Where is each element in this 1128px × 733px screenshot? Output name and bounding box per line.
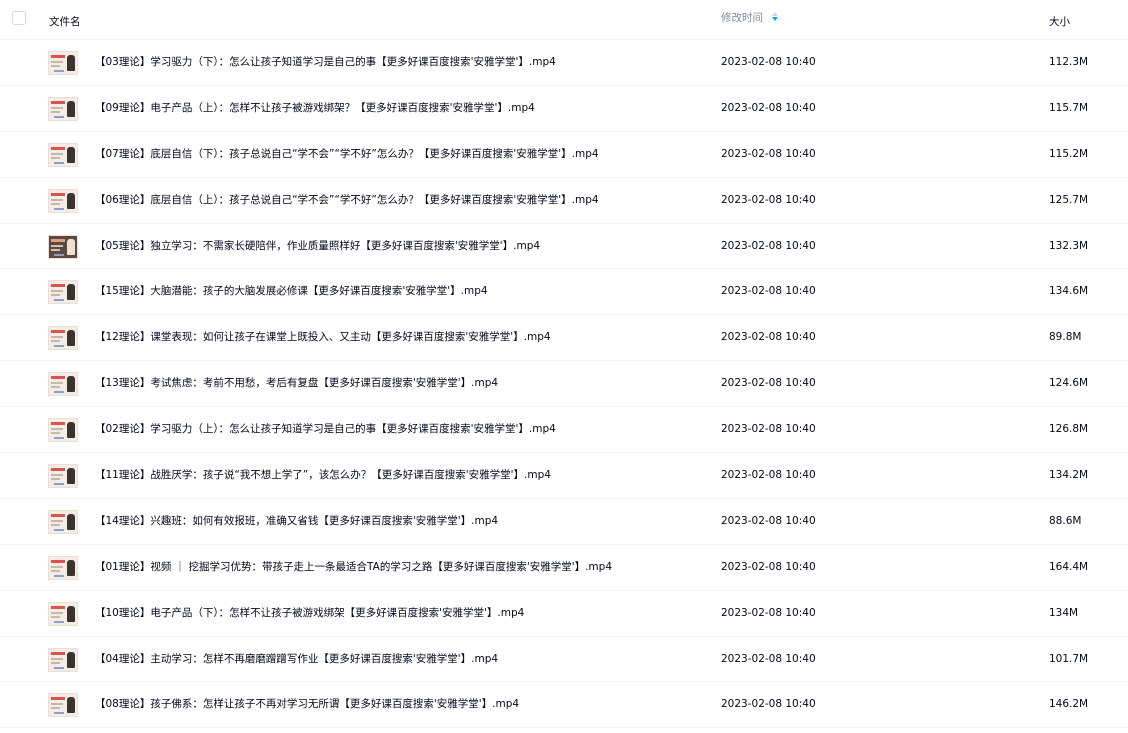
- select-all-checkbox[interactable]: [12, 11, 26, 25]
- file-size: 101.7M: [1049, 652, 1089, 665]
- file-row[interactable]: 【05理论】独立学习：不需家长硬陪伴，作业质量照样好【更多好课百度搜索'安雅学堂…: [0, 224, 1128, 270]
- file-modified-time: 2023-02-08 10:40: [721, 56, 816, 68]
- file-modified-time: 2023-02-08 10:40: [721, 101, 816, 114]
- file-name-link[interactable]: 【08理论】孩子佛系：怎样让孩子不再对学习无所谓【更多好课百度搜索'安雅学堂'】…: [95, 697, 519, 711]
- video-thumbnail-icon[interactable]: [48, 372, 78, 397]
- file-size: 146.2M: [1049, 698, 1089, 711]
- file-row[interactable]: 【14理论】兴趣班：如何有效报班，准确又省钱【更多好课百度搜索'安雅学堂'】.m…: [0, 499, 1128, 545]
- video-thumbnail-icon[interactable]: [48, 142, 78, 167]
- file-row[interactable]: 【08理论】孩子佛系：怎样让孩子不再对学习无所谓【更多好课百度搜索'安雅学堂'】…: [0, 682, 1128, 729]
- file-size: 164.4M: [1049, 560, 1089, 573]
- file-size: 88.6M: [1049, 514, 1082, 527]
- file-name-link[interactable]: 【15理论】大脑潜能：孩子的大脑发展必修课【更多好课百度搜索'安雅学堂'】.mp…: [95, 284, 488, 298]
- file-size: 112.3M: [1049, 56, 1089, 68]
- file-row[interactable]: 【09理论】电子产品（上）：怎样不让孩子被游戏绑架？【更多好课百度搜索'安雅学堂…: [0, 86, 1128, 132]
- video-thumbnail-icon[interactable]: [48, 693, 78, 718]
- file-name-link[interactable]: 【04理论】主动学习：怎样不再磨磨蹭蹭写作业【更多好课百度搜索'安雅学堂'】.m…: [95, 652, 498, 666]
- sort-desc-icon[interactable]: [772, 12, 778, 22]
- file-name-link[interactable]: 【12理论】课堂表现：如何让孩子在课堂上既投入、又主动【更多好课百度搜索'安雅学…: [95, 330, 551, 344]
- file-row[interactable]: 【04理论】主动学习：怎样不再磨磨蹭蹭写作业【更多好课百度搜索'安雅学堂'】.m…: [0, 637, 1128, 683]
- file-modified-time: 2023-02-08 10:40: [721, 147, 816, 160]
- file-row[interactable]: 【10理论】电子产品（下）：怎样不让孩子被游戏绑架【更多好课百度搜索'安雅学堂'…: [0, 591, 1128, 637]
- file-modified-time: 2023-02-08 10:40: [721, 698, 816, 711]
- file-name-link[interactable]: 【07理论】底层自信（下）：孩子总说自己“学不会”“学不好”怎么办？【更多好课百…: [95, 147, 599, 161]
- file-list-table: 文件名 修改时间 大小 【03理论】学习驱力（下）：怎么让孩子知道学习是自己的事…: [0, 0, 1128, 733]
- video-thumbnail-icon[interactable]: [48, 601, 78, 626]
- column-header-modified-time[interactable]: 修改时间: [721, 11, 778, 25]
- file-name-link[interactable]: 【05理论】独立学习：不需家长硬陪伴，作业质量照样好【更多好课百度搜索'安雅学堂…: [95, 239, 540, 253]
- file-row[interactable]: 【03理论】学习驱力（下）：怎么让孩子知道学习是自己的事【更多好课百度搜索'安雅…: [0, 40, 1128, 86]
- video-thumbnail-icon[interactable]: [48, 280, 78, 305]
- file-row[interactable]: 【11理论】战胜厌学：孩子说“我不想上学了”，该怎么办？【更多好课百度搜索'安雅…: [0, 453, 1128, 499]
- video-thumbnail-icon[interactable]: [48, 96, 78, 121]
- file-size: 115.7M: [1049, 101, 1089, 114]
- file-size: 125.7M: [1049, 193, 1089, 206]
- file-row[interactable]: 【15理论】大脑潜能：孩子的大脑发展必修课【更多好课百度搜索'安雅学堂'】.mp…: [0, 269, 1128, 316]
- video-thumbnail-icon[interactable]: [48, 647, 78, 672]
- file-modified-time: 2023-02-08 10:40: [721, 606, 816, 619]
- file-name-link[interactable]: 【01理论】视频 ｜ 挖掘学习优势：带孩子走上一条最适合TA的学习之路【更多好课…: [95, 560, 612, 574]
- column-header-modified-time-label: 修改时间: [721, 12, 763, 24]
- video-thumbnail-icon[interactable]: [48, 51, 78, 75]
- file-name-link[interactable]: 【14理论】兴趣班：如何有效报班，准确又省钱【更多好课百度搜索'安雅学堂'】.m…: [95, 514, 498, 528]
- video-thumbnail-icon[interactable]: [48, 418, 78, 443]
- file-size: 115.2M: [1049, 147, 1089, 160]
- file-row[interactable]: 【02理论】学习驱力（上）：怎么让孩子知道学习是自己的事【更多好课百度搜索'安雅…: [0, 407, 1128, 454]
- video-thumbnail-icon[interactable]: [48, 188, 78, 213]
- file-name-link[interactable]: 【09理论】电子产品（上）：怎样不让孩子被游戏绑架？【更多好课百度搜索'安雅学堂…: [95, 101, 535, 115]
- table-header: 文件名 修改时间 大小: [0, 0, 1128, 40]
- file-size: 134.6M: [1049, 285, 1089, 298]
- file-name-link[interactable]: 【06理论】底层自信（上）：孩子总说自己“学不会”“学不好”怎么办？【更多好课百…: [95, 193, 599, 207]
- file-row[interactable]: 【07理论】底层自信（下）：孩子总说自己“学不会”“学不好”怎么办？【更多好课百…: [0, 132, 1128, 178]
- file-modified-time: 2023-02-08 10:40: [721, 469, 816, 482]
- file-row[interactable]: 【06理论】底层自信（上）：孩子总说自己“学不会”“学不好”怎么办？【更多好课百…: [0, 178, 1128, 224]
- file-size: 126.8M: [1049, 423, 1089, 436]
- file-name-link[interactable]: 【10理论】电子产品（下）：怎样不让孩子被游戏绑架【更多好课百度搜索'安雅学堂'…: [95, 606, 524, 620]
- file-size: 134.2M: [1049, 469, 1089, 482]
- file-modified-time: 2023-02-08 10:40: [721, 423, 816, 436]
- file-modified-time: 2023-02-08 10:40: [721, 514, 816, 527]
- file-size: 132.3M: [1049, 239, 1089, 252]
- video-thumbnail-icon[interactable]: [48, 234, 78, 259]
- file-modified-time: 2023-02-08 10:40: [721, 377, 816, 390]
- video-thumbnail-icon[interactable]: [48, 509, 78, 534]
- file-modified-time: 2023-02-08 10:40: [721, 560, 816, 573]
- file-row[interactable]: 【13理论】考试焦虑：考前不用愁，考后有复盘【更多好课百度搜索'安雅学堂'】.m…: [0, 361, 1128, 408]
- file-name-link[interactable]: 【02理论】学习驱力（上）：怎么让孩子知道学习是自己的事【更多好课百度搜索'安雅…: [95, 422, 556, 436]
- video-thumbnail-icon[interactable]: [48, 326, 78, 351]
- file-name-link[interactable]: 【11理论】战胜厌学：孩子说“我不想上学了”，该怎么办？【更多好课百度搜索'安雅…: [95, 468, 551, 482]
- column-header-size[interactable]: 大小: [1049, 15, 1070, 29]
- file-size: 134M: [1049, 606, 1079, 619]
- file-modified-time: 2023-02-08 10:40: [721, 193, 816, 206]
- file-modified-time: 2023-02-08 10:40: [721, 331, 816, 344]
- file-modified-time: 2023-02-08 10:40: [721, 285, 816, 298]
- file-size: 124.6M: [1049, 377, 1089, 390]
- file-row[interactable]: 【12理论】课堂表现：如何让孩子在课堂上既投入、又主动【更多好课百度搜索'安雅学…: [0, 315, 1128, 362]
- file-modified-time: 2023-02-08 10:40: [721, 652, 816, 665]
- file-rows: 【03理论】学习驱力（下）：怎么让孩子知道学习是自己的事【更多好课百度搜索'安雅…: [0, 40, 1128, 729]
- video-thumbnail-icon[interactable]: [48, 555, 78, 580]
- file-name-link[interactable]: 【13理论】考试焦虑：考前不用愁，考后有复盘【更多好课百度搜索'安雅学堂'】.m…: [95, 376, 498, 390]
- video-thumbnail-icon[interactable]: [48, 464, 78, 489]
- file-size: 89.8M: [1049, 331, 1082, 344]
- file-modified-time: 2023-02-08 10:40: [721, 239, 816, 252]
- column-header-name[interactable]: 文件名: [49, 15, 81, 29]
- file-row[interactable]: 【01理论】视频 ｜ 挖掘学习优势：带孩子走上一条最适合TA的学习之路【更多好课…: [0, 545, 1128, 591]
- file-name-link[interactable]: 【03理论】学习驱力（下）：怎么让孩子知道学习是自己的事【更多好课百度搜索'安雅…: [95, 55, 556, 69]
